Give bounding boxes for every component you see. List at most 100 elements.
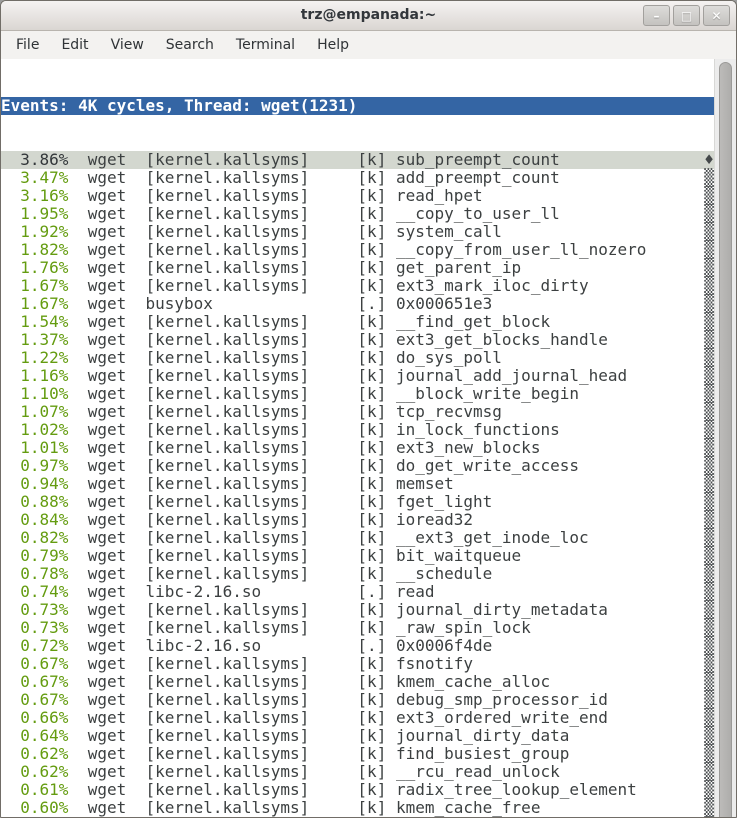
overhead-percent: 1.54%: [1, 312, 68, 331]
perf-row[interactable]: 0.62% wget [kernel.kallsyms] [k] find_bu…: [1, 745, 714, 763]
perf-row[interactable]: 1.76% wget [kernel.kallsyms] [k] get_par…: [1, 259, 714, 277]
overhead-percent: 1.95%: [1, 204, 68, 223]
scroll-indicator-block: ▒: [704, 204, 714, 223]
perf-row[interactable]: 0.73% wget [kernel.kallsyms] [k] _raw_sp…: [1, 619, 714, 637]
perf-row[interactable]: 3.16% wget [kernel.kallsyms] [k] read_hp…: [1, 187, 714, 205]
perf-row[interactable]: 0.64% wget [kernel.kallsyms] [k] journal…: [1, 727, 714, 745]
row-text: wget [kernel.kallsyms] [k] do_sys_poll: [68, 348, 704, 367]
perf-row[interactable]: 1.95% wget [kernel.kallsyms] [k] __copy_…: [1, 205, 714, 223]
scroll-indicator-block: ▒: [704, 510, 714, 529]
perf-row[interactable]: 0.88% wget [kernel.kallsyms] [k] fget_li…: [1, 493, 714, 511]
perf-row[interactable]: 0.79% wget [kernel.kallsyms] [k] bit_wai…: [1, 547, 714, 565]
menu-item-terminal[interactable]: Terminal: [225, 33, 306, 57]
scroll-indicator-block: ▒: [704, 258, 714, 277]
row-text: wget [kernel.kallsyms] [k] fsnotify: [68, 654, 704, 673]
scroll-indicator-block: ▒: [704, 168, 714, 187]
perf-row[interactable]: 0.94% wget [kernel.kallsyms] [k] memset …: [1, 475, 714, 493]
perf-row[interactable]: 0.61% wget [kernel.kallsyms] [k] radix_t…: [1, 781, 714, 799]
scroll-indicator-block: ▒: [704, 672, 714, 691]
row-text: wget libc-2.16.so [.] 0x0006f4de: [68, 636, 704, 655]
perf-row[interactable]: 3.47% wget [kernel.kallsyms] [k] add_pre…: [1, 169, 714, 187]
row-text: wget [kernel.kallsyms] [k] system_call: [68, 222, 704, 241]
perf-row[interactable]: 1.37% wget [kernel.kallsyms] [k] ext3_ge…: [1, 331, 714, 349]
row-text: wget [kernel.kallsyms] [k] bit_waitqueue: [68, 546, 704, 565]
scroll-indicator-block: ▒: [704, 582, 714, 601]
overhead-percent: 1.37%: [1, 330, 68, 349]
row-text: wget [kernel.kallsyms] [k] radix_tree_lo…: [68, 780, 704, 799]
perf-row[interactable]: 3.86% wget [kernel.kallsyms] [k] sub_pre…: [1, 151, 714, 169]
overhead-percent: 0.94%: [1, 474, 68, 493]
perf-row[interactable]: 1.16% wget [kernel.kallsyms] [k] journal…: [1, 367, 714, 385]
row-text: wget [kernel.kallsyms] [k] do_get_write_…: [68, 456, 704, 475]
perf-row[interactable]: 1.10% wget [kernel.kallsyms] [k] __block…: [1, 385, 714, 403]
scroll-indicator-block: ▒: [704, 348, 714, 367]
perf-row[interactable]: 0.66% wget [kernel.kallsyms] [k] ext3_or…: [1, 709, 714, 727]
perf-row[interactable]: 1.67% wget busybox [.] 0x000651e3 ▒: [1, 295, 714, 313]
terminal-content[interactable]: Events: 4K cycles, Thread: wget(1231) 3.…: [1, 59, 714, 818]
menu-item-view[interactable]: View: [100, 33, 155, 57]
scroll-indicator-block: ▒: [704, 420, 714, 439]
scroll-indicator-block: ▒: [704, 330, 714, 349]
perf-row[interactable]: 1.01% wget [kernel.kallsyms] [k] ext3_ne…: [1, 439, 714, 457]
scroll-indicator-block: ▒: [704, 384, 714, 403]
perf-row[interactable]: 0.67% wget [kernel.kallsyms] [k] kmem_ca…: [1, 673, 714, 691]
perf-row[interactable]: 0.74% wget libc-2.16.so [.] read ▒: [1, 583, 714, 601]
scroll-indicator-block: ▒: [704, 438, 714, 457]
perf-row[interactable]: 0.78% wget [kernel.kallsyms] [k] __sched…: [1, 565, 714, 583]
menu-item-file[interactable]: File: [5, 33, 50, 57]
scroll-indicator-block: ▒: [704, 780, 714, 799]
perf-row[interactable]: 1.82% wget [kernel.kallsyms] [k] __copy_…: [1, 241, 714, 259]
perf-row[interactable]: 1.22% wget [kernel.kallsyms] [k] do_sys_…: [1, 349, 714, 367]
perf-row[interactable]: 0.73% wget [kernel.kallsyms] [k] journal…: [1, 601, 714, 619]
perf-row[interactable]: 0.82% wget [kernel.kallsyms] [k] __ext3_…: [1, 529, 714, 547]
row-text: wget [kernel.kallsyms] [k] sub_preempt_c…: [68, 150, 704, 169]
overhead-percent: 3.16%: [1, 186, 68, 205]
menu-item-search[interactable]: Search: [155, 33, 225, 57]
overhead-percent: 0.84%: [1, 510, 68, 529]
perf-row[interactable]: 1.54% wget [kernel.kallsyms] [k] __find_…: [1, 313, 714, 331]
title-bar[interactable]: trz@empanada:~ – □ ✕: [1, 1, 736, 31]
overhead-percent: 1.02%: [1, 420, 68, 439]
menu-item-help[interactable]: Help: [306, 33, 360, 57]
row-text: wget [kernel.kallsyms] [k] __rcu_read_un…: [68, 762, 704, 781]
scroll-indicator-block: ▒: [704, 636, 714, 655]
row-text: wget [kernel.kallsyms] [k] kmem_cache_fr…: [68, 798, 704, 817]
perf-row[interactable]: 1.02% wget [kernel.kallsyms] [k] in_lock…: [1, 421, 714, 439]
scroll-indicator-block: ▒: [704, 402, 714, 421]
scroll-indicator-block: ▒: [704, 708, 714, 727]
row-text: wget [kernel.kallsyms] [k] read_hpet: [68, 186, 704, 205]
scrollbar[interactable]: [714, 59, 736, 818]
menu-item-edit[interactable]: Edit: [50, 33, 99, 57]
overhead-percent: 1.92%: [1, 222, 68, 241]
perf-row[interactable]: 1.07% wget [kernel.kallsyms] [k] tcp_rec…: [1, 403, 714, 421]
perf-row[interactable]: 0.60% wget [kernel.kallsyms] [k] kmem_ca…: [1, 799, 714, 817]
scroll-indicator-block: ▒: [704, 276, 714, 295]
perf-row[interactable]: 0.72% wget libc-2.16.so [.] 0x0006f4de ▒: [1, 637, 714, 655]
perf-events-header: Events: 4K cycles, Thread: wget(1231): [1, 97, 714, 115]
perf-row[interactable]: 0.67% wget [kernel.kallsyms] [k] fsnotif…: [1, 655, 714, 673]
perf-row[interactable]: 0.62% wget [kernel.kallsyms] [k] __rcu_r…: [1, 763, 714, 781]
perf-row[interactable]: 0.67% wget [kernel.kallsyms] [k] debug_s…: [1, 691, 714, 709]
row-text: wget [kernel.kallsyms] [k] debug_smp_pro…: [68, 690, 704, 709]
scroll-indicator-block: ▒: [704, 744, 714, 763]
row-text: wget libc-2.16.so [.] read: [68, 582, 704, 601]
row-text: wget [kernel.kallsyms] [k] add_preempt_c…: [68, 168, 704, 187]
perf-row[interactable]: 1.67% wget [kernel.kallsyms] [k] ext3_ma…: [1, 277, 714, 295]
perf-row[interactable]: 1.92% wget [kernel.kallsyms] [k] system_…: [1, 223, 714, 241]
close-button[interactable]: ✕: [703, 5, 730, 26]
scrollbar-thumb[interactable]: [719, 62, 732, 818]
perf-row[interactable]: 0.84% wget [kernel.kallsyms] [k] ioread3…: [1, 511, 714, 529]
overhead-percent: 0.67%: [1, 690, 68, 709]
row-text: wget [kernel.kallsyms] [k] ext3_new_bloc…: [68, 438, 704, 457]
maximize-button[interactable]: □: [673, 5, 700, 26]
selected-row-marker: ♦: [704, 150, 714, 169]
row-text: wget [kernel.kallsyms] [k] in_lock_funct…: [68, 420, 704, 439]
close-icon: ✕: [711, 9, 721, 23]
scroll-indicator-block: ▒: [704, 312, 714, 331]
overhead-percent: 3.47%: [1, 168, 68, 187]
scroll-indicator-block: ▒: [704, 690, 714, 709]
row-text: wget [kernel.kallsyms] [k] __block_write…: [68, 384, 704, 403]
perf-row[interactable]: 0.97% wget [kernel.kallsyms] [k] do_get_…: [1, 457, 714, 475]
overhead-percent: 1.67%: [1, 294, 68, 313]
minimize-button[interactable]: –: [643, 5, 670, 26]
